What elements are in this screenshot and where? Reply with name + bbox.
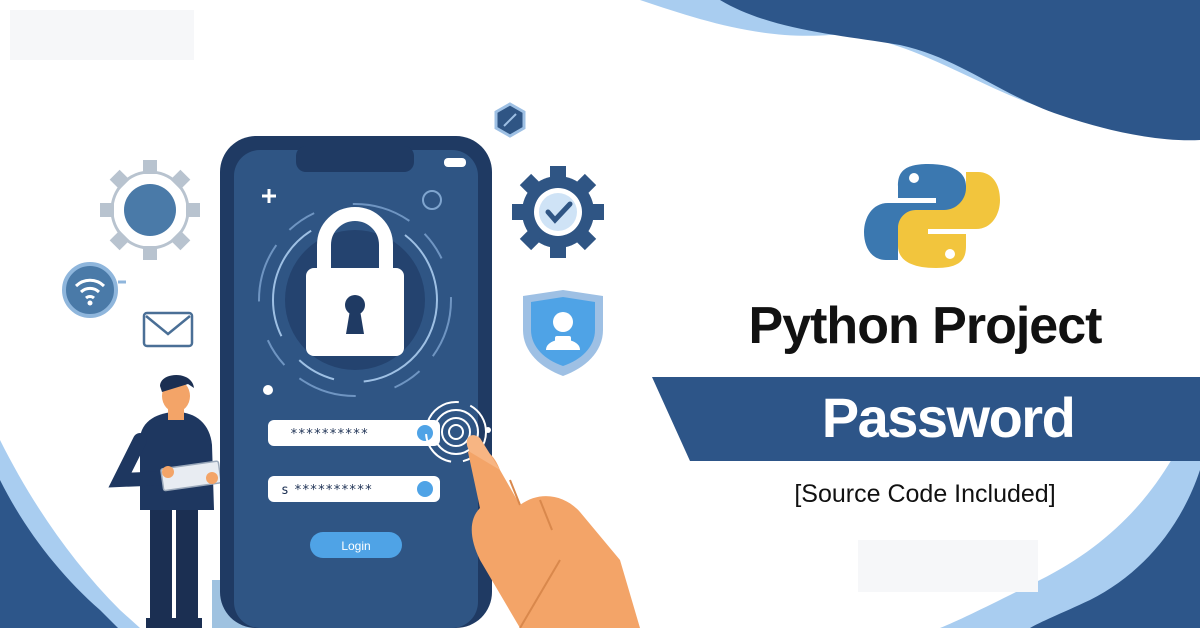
wifi-icon — [62, 262, 126, 318]
subtitle: [Source Code Included] — [794, 480, 1056, 508]
title-panel: Python Project Password Generator [Sourc… — [650, 0, 1200, 628]
gear-icon — [100, 160, 200, 260]
password-field-2[interactable] — [268, 476, 440, 502]
pointing-hand — [466, 435, 640, 628]
promo-banner: ********** s ********** Login Python Pro… — [0, 0, 1200, 628]
blank-patch — [10, 10, 194, 60]
password-field-1[interactable] — [268, 420, 440, 446]
gear-check-icon — [512, 166, 604, 258]
person-figure — [108, 375, 222, 628]
shield-user-icon — [523, 290, 603, 376]
title-line-1: Python Project — [748, 297, 1103, 355]
login-button[interactable] — [310, 532, 402, 558]
mail-icon — [142, 311, 194, 348]
hexagon-icon — [494, 102, 526, 138]
